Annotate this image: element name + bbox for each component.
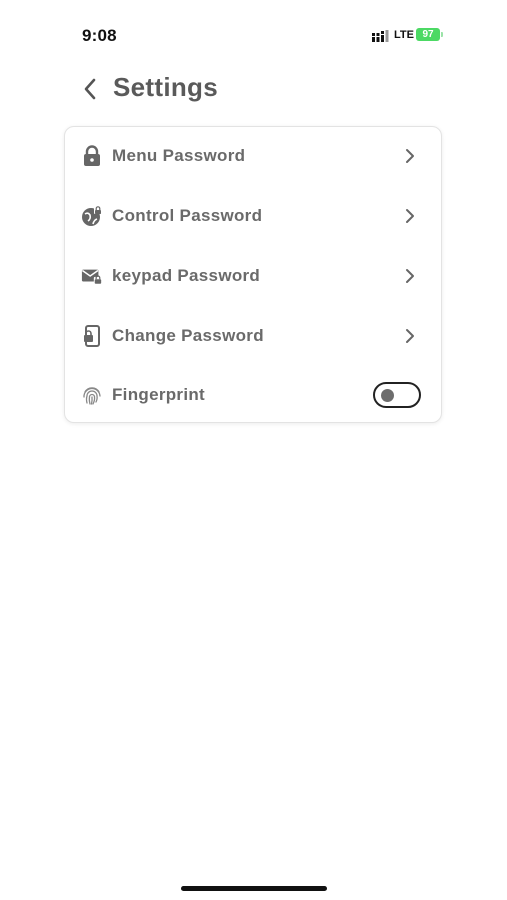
fingerprint-icon bbox=[81, 384, 103, 406]
battery-icon: 97 bbox=[416, 28, 440, 41]
chevron-left-icon bbox=[84, 78, 96, 100]
menu-password-row[interactable]: Menu Password bbox=[65, 131, 441, 181]
home-indicator[interactable] bbox=[181, 886, 327, 891]
keypad-password-row[interactable]: keypad Password bbox=[65, 251, 441, 301]
chevron-right-icon bbox=[403, 147, 417, 165]
globe-lock-icon bbox=[81, 205, 103, 227]
page-title: Settings bbox=[113, 72, 218, 102]
status-time: 9:08 bbox=[82, 26, 117, 45]
control-password-row[interactable]: Control Password bbox=[65, 191, 441, 241]
battery-level: 97 bbox=[422, 29, 434, 40]
network-type: LTE bbox=[394, 29, 414, 41]
settings-card: Menu Password Control Password keypad Pa… bbox=[64, 126, 442, 423]
change-password-row[interactable]: Change Password bbox=[65, 311, 441, 361]
chevron-right-icon bbox=[403, 327, 417, 345]
battery-tip bbox=[441, 32, 443, 37]
change-password-label: Change Password bbox=[112, 326, 264, 345]
fingerprint-label: Fingerprint bbox=[112, 385, 206, 404]
chevron-right-icon bbox=[403, 267, 417, 285]
phone-lock-icon bbox=[81, 325, 103, 347]
keypad-password-label: keypad Password bbox=[112, 266, 261, 285]
fingerprint-row: Fingerprint bbox=[65, 370, 441, 420]
menu-password-label: Menu Password bbox=[112, 146, 246, 165]
mail-lock-icon bbox=[81, 265, 103, 287]
status-bar: 9:08 LTE 97 bbox=[0, 0, 507, 60]
back-button[interactable] bbox=[76, 75, 104, 103]
toggle-knob bbox=[381, 389, 394, 402]
lock-icon bbox=[81, 145, 103, 167]
fingerprint-toggle[interactable] bbox=[373, 382, 421, 408]
signal-icon bbox=[372, 30, 389, 42]
chevron-right-icon bbox=[403, 207, 417, 225]
control-password-label: Control Password bbox=[112, 206, 263, 225]
